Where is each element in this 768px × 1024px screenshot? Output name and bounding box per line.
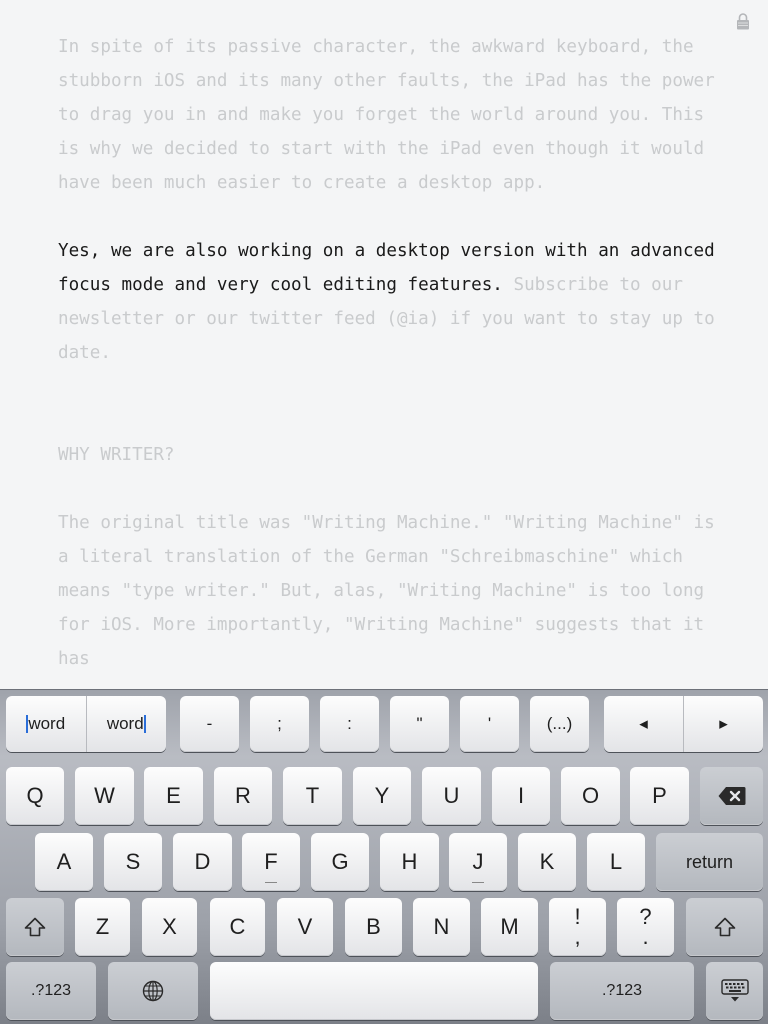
shift-icon xyxy=(714,917,735,937)
lock-icon[interactable] xyxy=(736,12,750,30)
key-k[interactable]: K xyxy=(518,833,576,891)
backspace-icon xyxy=(718,787,745,805)
paragraph-1: In spite of its passive character, the a… xyxy=(58,37,715,193)
word-left-button[interactable]: word xyxy=(6,696,86,752)
key-p[interactable]: P xyxy=(630,767,689,825)
key-n[interactable]: N xyxy=(413,898,470,956)
home-row-mark xyxy=(472,882,484,883)
key-i[interactable]: I xyxy=(492,767,550,825)
arrow-left-icon: ◂ xyxy=(639,714,648,733)
text-editor[interactable]: In spite of its passive character, the a… xyxy=(58,30,718,690)
key-d[interactable]: D xyxy=(173,833,232,891)
key-s[interactable]: S xyxy=(104,833,162,891)
keyboard-dismiss-icon xyxy=(720,979,749,1002)
semicolon-key[interactable]: ; xyxy=(250,696,309,752)
backspace-key[interactable] xyxy=(700,767,763,825)
key-t[interactable]: T xyxy=(283,767,342,825)
paragraph-2: Yes, we are also working on a desktop ve… xyxy=(58,234,718,370)
key-w[interactable]: W xyxy=(75,767,134,825)
arrow-left-button[interactable]: ◂ xyxy=(604,696,683,752)
question-period-key[interactable]: ?. xyxy=(617,898,674,956)
key-v[interactable]: V xyxy=(277,898,333,956)
double-quote-key[interactable]: " xyxy=(390,696,449,752)
key-a[interactable]: A xyxy=(35,833,93,891)
key-y[interactable]: Y xyxy=(353,767,411,825)
globe-key[interactable] xyxy=(108,962,198,1020)
globe-icon xyxy=(142,980,164,1002)
parentheses-key[interactable]: (...) xyxy=(530,696,589,752)
key-b[interactable]: B xyxy=(345,898,402,956)
single-quote-key[interactable]: ' xyxy=(460,696,519,752)
dismiss-keyboard-key[interactable] xyxy=(706,962,763,1020)
key-z[interactable]: Z xyxy=(75,898,130,956)
software-keyboard: word word - ; : " ' (...) ◂ ▸ Q W E R T … xyxy=(0,689,768,1024)
key-q[interactable]: Q xyxy=(6,767,64,825)
key-e[interactable]: E xyxy=(144,767,203,825)
key-u[interactable]: U xyxy=(422,767,481,825)
return-key[interactable]: return xyxy=(656,833,763,891)
exclamation-comma-key[interactable]: !, xyxy=(549,898,606,956)
key-h[interactable]: H xyxy=(380,833,439,891)
word-nav-segment: word word xyxy=(6,696,166,752)
key-l[interactable]: L xyxy=(587,833,645,891)
shift-key-right[interactable] xyxy=(686,898,763,956)
shift-key-left[interactable] xyxy=(6,898,64,956)
numbers-key-left[interactable]: .?123 xyxy=(6,962,96,1020)
key-o[interactable]: O xyxy=(561,767,620,825)
arrow-right-icon: ▸ xyxy=(719,714,728,733)
arrow-right-button[interactable]: ▸ xyxy=(683,696,763,752)
key-f[interactable]: F xyxy=(242,833,300,891)
dash-key[interactable]: - xyxy=(180,696,239,752)
arrow-segment: ◂ ▸ xyxy=(604,696,763,752)
section-heading: WHY WRITER? xyxy=(58,445,175,465)
key-c[interactable]: C xyxy=(210,898,265,956)
paragraph-3: The original title was "Writing Machine.… xyxy=(58,513,715,669)
key-r[interactable]: R xyxy=(214,767,272,825)
home-row-mark xyxy=(265,882,277,883)
shift-icon xyxy=(24,917,46,937)
cursor-mark-right xyxy=(143,715,146,733)
key-m[interactable]: M xyxy=(481,898,538,956)
key-g[interactable]: G xyxy=(311,833,369,891)
word-right-button[interactable]: word xyxy=(85,696,167,752)
key-j[interactable]: J xyxy=(449,833,507,891)
space-key[interactable] xyxy=(210,962,538,1020)
key-x[interactable]: X xyxy=(142,898,197,956)
colon-key[interactable]: : xyxy=(320,696,379,752)
numbers-key-right[interactable]: .?123 xyxy=(550,962,694,1020)
